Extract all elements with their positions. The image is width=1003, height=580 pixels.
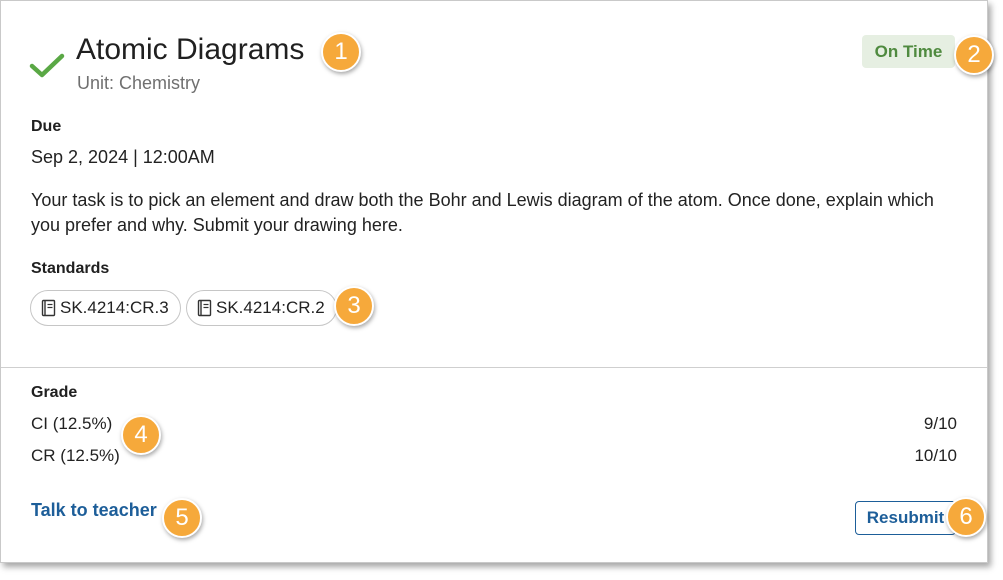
standard-code: SK.4214:CR.2 <box>216 298 325 317</box>
standard-code: SK.4214:CR.3 <box>60 298 169 317</box>
assignment-card: Atomic Diagrams Unit: Chemistry On Time … <box>0 0 988 563</box>
grade-score: 10/10 <box>914 446 957 465</box>
due-label: Due <box>31 118 62 135</box>
check-icon <box>29 53 65 78</box>
standard-chip[interactable]: SK.4214:CR.2 <box>186 290 337 326</box>
callout-marker: 6 <box>946 497 986 537</box>
callout-marker: 5 <box>162 498 202 538</box>
talk-to-teacher-link[interactable]: Talk to teacher <box>31 500 157 521</box>
grade-criterion: CR (12.5%) <box>31 446 120 465</box>
grade-row: CR (12.5%) 10/10 <box>31 446 957 470</box>
callout-marker: 3 <box>334 286 374 326</box>
book-icon <box>41 299 56 317</box>
grade-label: Grade <box>31 384 78 401</box>
grade-criterion: CI (12.5%) <box>31 414 113 433</box>
callout-marker: 2 <box>954 35 994 75</box>
book-icon <box>197 299 212 317</box>
assignment-title: Atomic Diagrams <box>76 33 305 66</box>
section-divider <box>1 367 987 368</box>
standard-chip[interactable]: SK.4214:CR.3 <box>30 290 181 326</box>
callout-marker: 4 <box>121 415 161 455</box>
grade-score: 9/10 <box>923 414 957 433</box>
status-badge: On Time <box>862 35 955 68</box>
assignment-description: Your task is to pick an element and draw… <box>31 190 934 235</box>
standards-label: Standards <box>31 260 110 277</box>
callout-marker: 1 <box>321 32 361 72</box>
grade-row: CI (12.5%) 9/10 <box>31 414 957 438</box>
due-date: Sep 2, 2024 | 12:00AM <box>31 147 215 167</box>
resubmit-button[interactable]: Resubmit <box>855 501 956 535</box>
unit-label: Unit: Chemistry <box>77 73 201 93</box>
